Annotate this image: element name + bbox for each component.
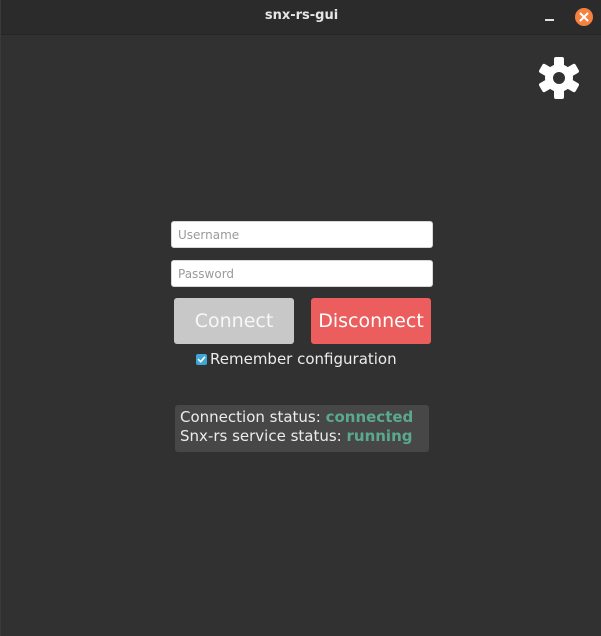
minimize-icon[interactable] [543,10,557,24]
service-status-label: Snx-rs service status: [180,427,342,445]
checkmark-icon [197,355,206,363]
remember-checkbox[interactable] [196,353,207,365]
service-status-row: Snx-rs service status: running [180,427,429,446]
window-title: snx-rs-gui [264,8,339,23]
app-window: snx-rs-gui Connect Disconnect [0,0,601,636]
status-panel: Connection status: connected Snx-rs serv… [175,405,429,452]
remember-row[interactable]: Remember configuration [196,349,397,369]
disconnect-button[interactable]: Disconnect [311,298,431,344]
close-icon[interactable] [575,8,593,26]
connection-status-label: Connection status: [180,408,321,426]
connection-status-row: Connection status: connected [180,408,429,427]
connect-button[interactable]: Connect [174,298,294,344]
gear-icon[interactable] [537,56,581,100]
username-input[interactable] [171,221,433,248]
password-input[interactable] [171,260,433,287]
service-status-value: running [346,427,413,445]
remember-label: Remember configuration [210,350,397,368]
title-bar[interactable]: snx-rs-gui [1,0,601,35]
connection-status-value: connected [325,408,414,426]
